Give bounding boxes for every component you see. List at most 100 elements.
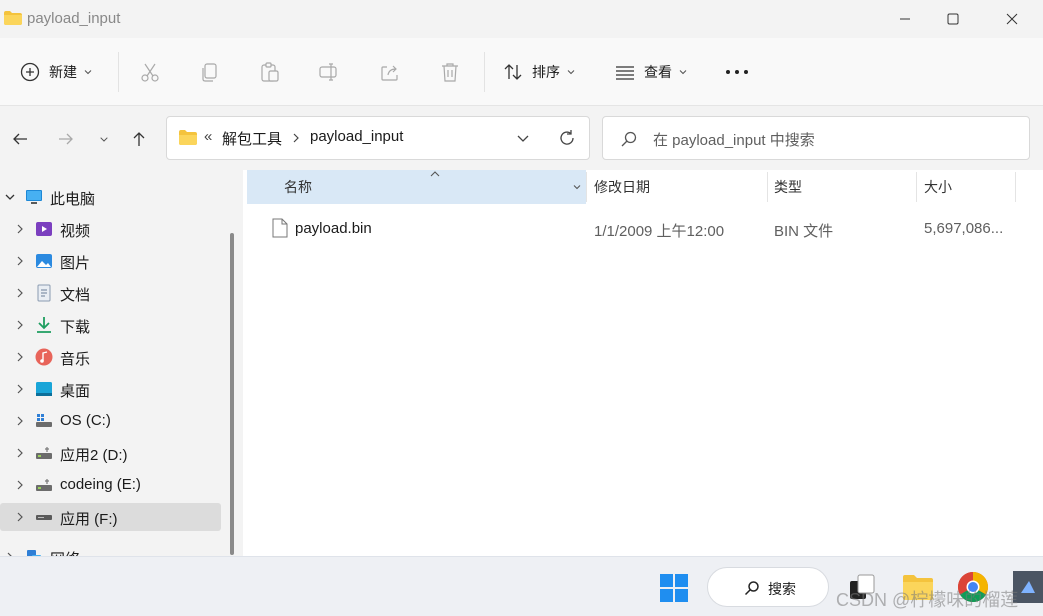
chevron-right-icon[interactable] xyxy=(15,320,25,330)
chevron-down-icon xyxy=(679,70,687,75)
minimize-icon xyxy=(900,18,910,20)
sidebar-item-music[interactable]: 音乐 xyxy=(0,343,221,371)
more-options-button[interactable] xyxy=(724,58,750,86)
cut-button[interactable] xyxy=(139,58,161,86)
chevron-down-icon[interactable] xyxy=(572,182,582,192)
sidebar-item-label: 桌面 xyxy=(60,383,91,400)
sidebar-item-drive-e[interactable]: codeing (E:) xyxy=(0,471,221,499)
up-button[interactable] xyxy=(126,126,152,152)
rename-icon xyxy=(319,63,337,81)
sort-ascending-icon xyxy=(430,171,440,177)
arrow-up-icon xyxy=(133,132,145,146)
column-header-size[interactable]: 大小 xyxy=(917,170,1015,204)
drive-c-icon xyxy=(36,414,52,427)
column-header-modified[interactable]: 修改日期 xyxy=(587,170,767,204)
chevron-right-icon[interactable] xyxy=(15,512,25,522)
file-name: payload.bin xyxy=(295,220,372,237)
taskbar-search-label: 搜索 xyxy=(768,581,796,597)
column-header-name[interactable]: 名称 xyxy=(247,170,586,204)
chevron-down-icon[interactable] xyxy=(516,131,530,145)
taskbar-search-button[interactable]: 搜索 xyxy=(707,567,829,607)
folder-icon xyxy=(179,130,197,145)
chevron-right-icon[interactable] xyxy=(15,288,25,298)
navigation-pane: 此电脑 视频 图片 文档 下载 音乐 桌面 OS (C:) 应用2 (D:) c… xyxy=(0,170,243,556)
file-list: 名称 修改日期 类型 大小 payload.bin 1/1/2009 上午12:… xyxy=(243,170,1043,556)
chevron-right-icon[interactable] xyxy=(291,132,301,144)
sidebar-item-desktop[interactable]: 桌面 xyxy=(0,375,221,403)
sidebar-item-pictures[interactable]: 图片 xyxy=(0,247,221,275)
forward-button[interactable] xyxy=(53,126,79,152)
sidebar-scrollbar[interactable] xyxy=(230,233,234,555)
add-icon xyxy=(20,62,40,82)
view-button[interactable]: 查看 xyxy=(614,58,688,86)
chevron-down-icon xyxy=(84,70,92,75)
network-icon xyxy=(27,550,41,556)
chevron-right-icon[interactable] xyxy=(15,480,25,490)
drive-icon xyxy=(36,479,52,491)
delete-button[interactable] xyxy=(439,58,461,86)
download-icon xyxy=(37,317,51,333)
search-input[interactable]: 在 payload_input 中搜索 xyxy=(602,116,1030,160)
sort-label: 排序 xyxy=(532,64,560,80)
breadcrumb-parent[interactable]: 解包工具 xyxy=(222,128,282,149)
chevron-down-icon[interactable] xyxy=(5,192,15,202)
sidebar-item-label: codeing (E:) xyxy=(60,476,141,493)
back-button[interactable] xyxy=(7,126,33,152)
minimize-button[interactable] xyxy=(882,0,928,38)
chevron-right-icon[interactable] xyxy=(15,256,25,266)
new-button[interactable]: 新建 xyxy=(19,58,93,86)
sidebar-item-drive-f[interactable]: 应用 (F:) xyxy=(0,503,221,531)
sidebar-item-label: 应用 (F:) xyxy=(60,511,118,528)
overflow-crumb[interactable]: « xyxy=(204,128,212,145)
column-divider[interactable] xyxy=(1015,172,1016,202)
column-header-type[interactable]: 类型 xyxy=(768,170,916,204)
sidebar-item-drive-c[interactable]: OS (C:) xyxy=(0,407,221,435)
file-type: BIN 文件 xyxy=(774,223,834,240)
rename-button[interactable] xyxy=(318,58,340,86)
chevron-right-icon[interactable] xyxy=(15,448,25,458)
copy-button[interactable] xyxy=(199,58,221,86)
chevron-right-icon[interactable] xyxy=(15,416,25,426)
sidebar-item-label: 音乐 xyxy=(60,351,91,368)
sidebar-item-downloads[interactable]: 下载 xyxy=(0,311,221,339)
documents-icon xyxy=(37,284,51,302)
title-bar: payload_input xyxy=(0,0,1043,38)
sidebar-item-label: OS (C:) xyxy=(60,412,111,429)
sidebar-item-label: 下载 xyxy=(60,319,91,336)
chevron-right-icon[interactable] xyxy=(15,224,25,234)
sidebar-item-this-pc[interactable]: 此电脑 xyxy=(0,183,221,211)
refresh-icon[interactable] xyxy=(557,128,577,148)
delete-icon xyxy=(442,63,458,82)
sidebar-item-label: 网络 xyxy=(50,548,80,556)
navigation-bar: « 解包工具 payload_input 在 payload_input 中搜索 xyxy=(0,106,1043,170)
share-icon xyxy=(381,65,398,81)
table-row[interactable]: payload.bin 1/1/2009 上午12:00 BIN 文件 5,69… xyxy=(243,213,1043,245)
share-button[interactable] xyxy=(379,58,401,86)
recent-locations-button[interactable] xyxy=(91,126,117,152)
copy-icon xyxy=(202,63,217,82)
chevron-right-icon[interactable] xyxy=(15,384,25,394)
sidebar-item-network[interactable]: 网络 xyxy=(0,543,221,556)
sidebar-item-documents[interactable]: 文档 xyxy=(0,279,221,307)
paste-icon xyxy=(261,62,279,82)
file-size: 5,697,086... xyxy=(924,220,1004,237)
windows-start-icon[interactable] xyxy=(659,573,689,603)
breadcrumb-current[interactable]: payload_input xyxy=(310,128,403,145)
sort-button[interactable]: 排序 xyxy=(502,58,576,86)
sidebar-item-videos[interactable]: 视频 xyxy=(0,215,221,243)
address-bar[interactable]: « 解包工具 payload_input xyxy=(166,116,590,160)
sidebar-item-drive-d[interactable]: 应用2 (D:) xyxy=(0,439,221,467)
music-icon xyxy=(35,348,53,366)
more-icon xyxy=(726,70,748,74)
chevron-right-icon[interactable] xyxy=(15,352,25,362)
computer-icon xyxy=(26,190,42,204)
sidebar-item-label: 文档 xyxy=(60,287,91,304)
column-label: 修改日期 xyxy=(594,179,650,195)
paste-button[interactable] xyxy=(259,58,281,86)
maximize-button[interactable] xyxy=(930,0,976,38)
search-placeholder: 在 payload_input 中搜索 xyxy=(653,132,815,149)
chevron-down-icon xyxy=(567,70,575,75)
close-button[interactable] xyxy=(989,0,1035,38)
sidebar-item-label: 此电脑 xyxy=(50,191,96,208)
file-modified: 1/1/2009 上午12:00 xyxy=(594,223,725,240)
